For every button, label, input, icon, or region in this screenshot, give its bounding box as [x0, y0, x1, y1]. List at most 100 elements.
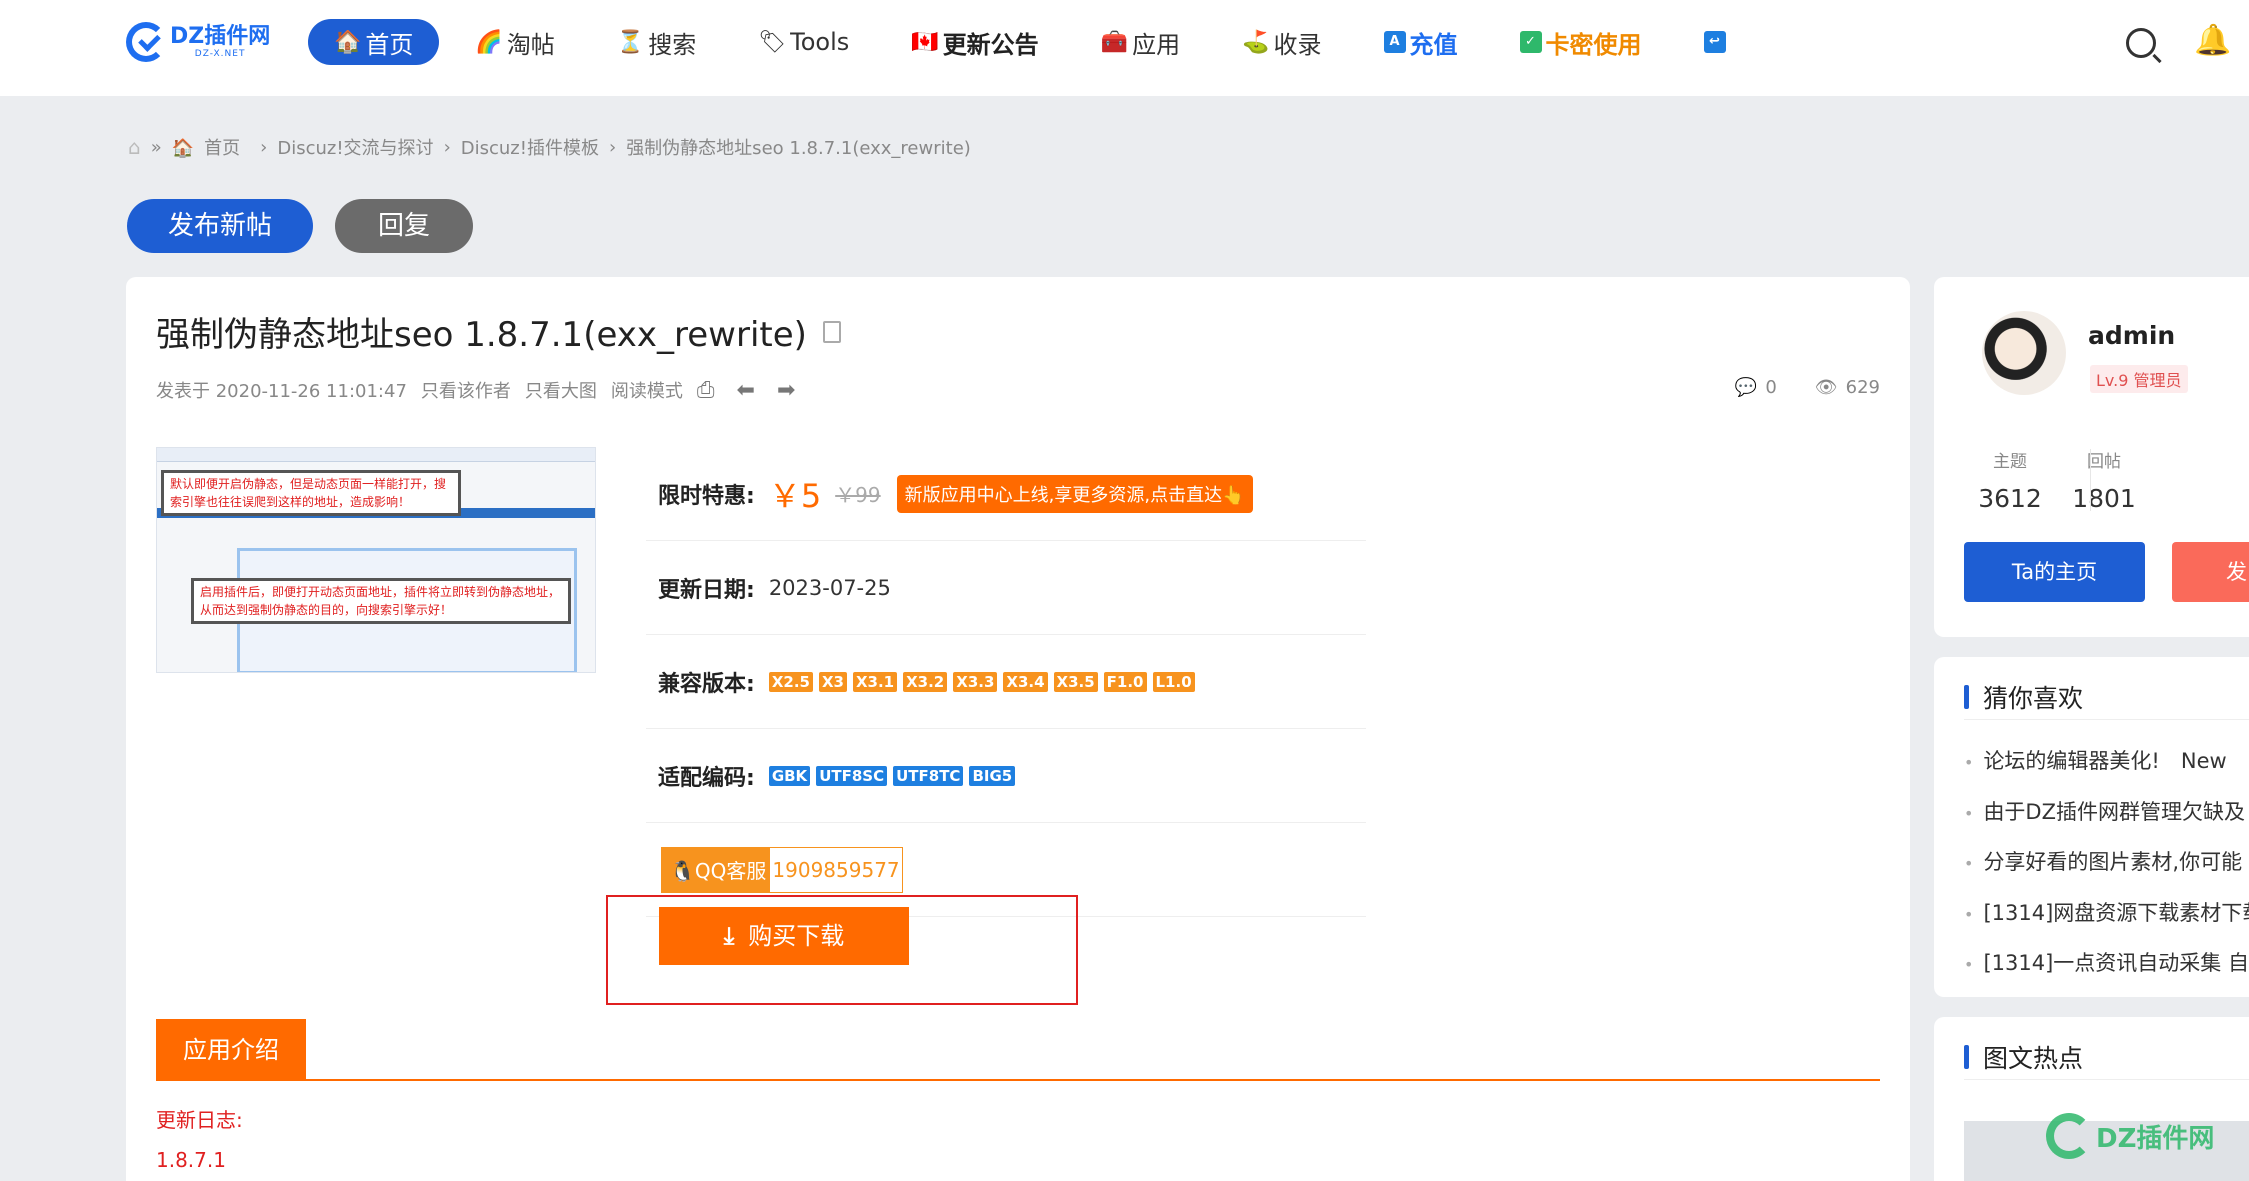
atm-icon: A	[1383, 31, 1406, 53]
thread-meta: 发表于 2020-11-26 11:01:47 只看该作者 只看大图 阅读模式 …	[156, 377, 817, 403]
nav-label: 首页	[365, 30, 414, 59]
nav-label: 应用	[1132, 30, 1181, 59]
hourglass-icon: ⏳	[616, 29, 645, 55]
posts-count: 1801	[2072, 484, 2136, 513]
nav-apps[interactable]: 🧰 应用	[1101, 19, 1180, 65]
guess-list: 论坛的编辑器美化! New 由于DZ插件网群管理欠缺及 分享好看的图片素材,你可…	[1964, 737, 2249, 990]
reply-button[interactable]: 回复	[335, 199, 473, 253]
author-home-button[interactable]: Ta的主页	[1964, 542, 2145, 602]
author-message-button[interactable]: 发	[2172, 542, 2249, 602]
post-date: 发表于 2020-11-26 11:01:47	[156, 381, 407, 402]
print-icon[interactable]: ⎙	[697, 378, 715, 403]
nav-recharge[interactable]: A 充值	[1383, 19, 1458, 65]
nav-index[interactable]: ⛳ 收录	[1242, 19, 1321, 65]
read-mode-link[interactable]: 阅读模式	[611, 377, 683, 403]
breadcrumb-current[interactable]: 强制伪静态地址seo 1.8.7.1(exx_rewrite)	[626, 134, 971, 160]
new-post-button[interactable]: 发布新帖	[127, 199, 313, 253]
encoding-label: 适配编码:	[658, 765, 755, 791]
breadcrumb-home[interactable]: 🏠 首页	[172, 134, 250, 160]
screenshot-note-2: 启用插件后，即便打开动态页面地址，插件将立即转到伪静态地址，从而达到强制伪静态的…	[191, 578, 571, 624]
hot-title: 图文热点	[1983, 1044, 2084, 1073]
bell-icon[interactable]: 🔔	[2194, 26, 2231, 56]
flag-icon: 🇨🇦	[911, 29, 939, 55]
thread-title-text: 强制伪静态地址seo 1.8.7.1(exx_rewrite)	[156, 315, 807, 355]
compat-tag: X3.2	[903, 671, 948, 692]
compat-tag: X3.3	[953, 671, 998, 692]
posts-label: 回帖	[2087, 452, 2121, 472]
search-icon[interactable]	[2126, 28, 2156, 58]
nav-label: 充值	[1409, 30, 1458, 59]
home-icon: 🏠	[334, 29, 362, 55]
intro-tab-header: 应用介绍	[156, 1019, 1880, 1081]
nav-return[interactable]: ↩	[1703, 19, 1730, 65]
compat-tag: X3.4	[1003, 671, 1048, 692]
next-arrow-icon[interactable]: ➡	[777, 378, 795, 403]
encoding-tag: BIG5	[969, 765, 1016, 786]
download-icon: ⤓	[723, 922, 735, 950]
comment-count: 0	[1765, 377, 1777, 398]
qq-number: 1909859577	[772, 857, 900, 882]
breadcrumb-sep: ›	[608, 136, 617, 158]
buy-label: 购买下载	[748, 922, 845, 950]
comment-icon: 💬	[1734, 377, 1758, 398]
update-date: 2023-07-25	[768, 575, 891, 600]
view-count: 629	[1845, 377, 1880, 398]
thread-title: 强制伪静态地址seo 1.8.7.1(exx_rewrite)	[156, 307, 841, 356]
only-author-link[interactable]: 只看该作者	[421, 377, 511, 403]
breadcrumb-sep: »	[150, 136, 162, 158]
buy-download-button[interactable]: ⤓ 购买下载	[659, 907, 909, 965]
date-label: 更新日期:	[658, 577, 755, 603]
briefcase-icon: 🧰	[1100, 29, 1129, 55]
site-watermark: DZ插件网	[2046, 1113, 2214, 1159]
compat-tag: X3.1	[852, 671, 898, 692]
encoding-tag: UTF8TC	[893, 765, 964, 786]
prev-arrow-icon[interactable]: ⬅	[737, 378, 755, 403]
breadcrumb-forum[interactable]: Discuz!交流与探讨	[277, 134, 433, 160]
nav-tools[interactable]: 🏷 Tools	[758, 19, 849, 65]
tab-intro[interactable]: 应用介绍	[156, 1019, 306, 1081]
price: ￥5	[768, 476, 822, 515]
list-item[interactable]: 分享好看的图片素材,你可能	[1964, 838, 2249, 889]
qq-label-text: QQ客服	[694, 858, 767, 883]
compat-tag: F1.0	[1103, 671, 1147, 692]
changelog: 更新日志: 1.8.7.1	[156, 1100, 243, 1180]
nav-label: 收录	[1273, 30, 1322, 59]
breadcrumb-sep: ›	[443, 136, 451, 158]
avatar[interactable]	[1982, 311, 2066, 395]
hot-header: 图文热点	[1964, 1039, 2083, 1075]
divider	[1964, 1079, 2249, 1080]
compat-tag: X3	[818, 671, 847, 692]
nav-announcements[interactable]: 🇨🇦 更新公告	[911, 19, 1038, 65]
nav-card[interactable]: ✓ 卡密使用	[1519, 19, 1642, 65]
qq-penguin-icon: 🐧	[670, 858, 695, 883]
plugin-screenshot[interactable]: 默认即便开启伪静态，但是动态页面一样能打开，搜索引擎也往往误爬到这样的地址，造成…	[156, 447, 596, 673]
divider	[1964, 719, 2249, 720]
screenshot-browser-bar	[157, 448, 595, 462]
section-bar	[1964, 1045, 1969, 1069]
guess-header: 猜你喜欢	[1964, 679, 2083, 715]
author-name[interactable]: admin	[2088, 321, 2175, 350]
rainbow-icon: 🌈	[475, 29, 503, 55]
nav-search[interactable]: ⏳ 搜索	[617, 19, 696, 65]
watermark-logo-icon	[2046, 1113, 2092, 1159]
changelog-title: 更新日志:	[156, 1108, 243, 1132]
nav-home[interactable]: 🏠 首页	[308, 19, 440, 65]
copy-icon[interactable]	[822, 320, 841, 343]
author-card: admin Lv.9 管理员 主题 3612 回帖 1801 Ta的主页 发	[1934, 277, 2249, 637]
logo-icon	[126, 22, 166, 62]
list-item[interactable]: 由于DZ插件网群管理欠缺及	[1964, 788, 2249, 839]
nav-taotie[interactable]: 🌈 淘帖	[475, 19, 554, 65]
list-item[interactable]: 论坛的编辑器美化! New	[1964, 737, 2249, 788]
list-item[interactable]: [1314]网盘资源下载素材下载	[1964, 889, 2249, 940]
encoding-tag: UTF8SC	[816, 765, 888, 786]
compat-tag: X3.5	[1053, 671, 1098, 692]
promo-link[interactable]: 新版应用中心上线,享更多资源,点击直达👆	[896, 474, 1253, 513]
list-item[interactable]: [1314]一点资讯自动采集 自	[1964, 939, 2249, 990]
home-icon[interactable]: ⌂	[128, 135, 141, 159]
site-logo[interactable]: DZ插件网 DZ-X.NET	[126, 22, 270, 62]
breadcrumb-board[interactable]: Discuz!插件模板	[461, 134, 599, 160]
nav-label: 搜索	[648, 30, 697, 59]
home-icon: 🏠	[171, 138, 195, 159]
qq-support-button[interactable]: 🐧QQ客服 1909859577	[661, 846, 903, 893]
only-pics-link[interactable]: 只看大图	[525, 377, 597, 403]
